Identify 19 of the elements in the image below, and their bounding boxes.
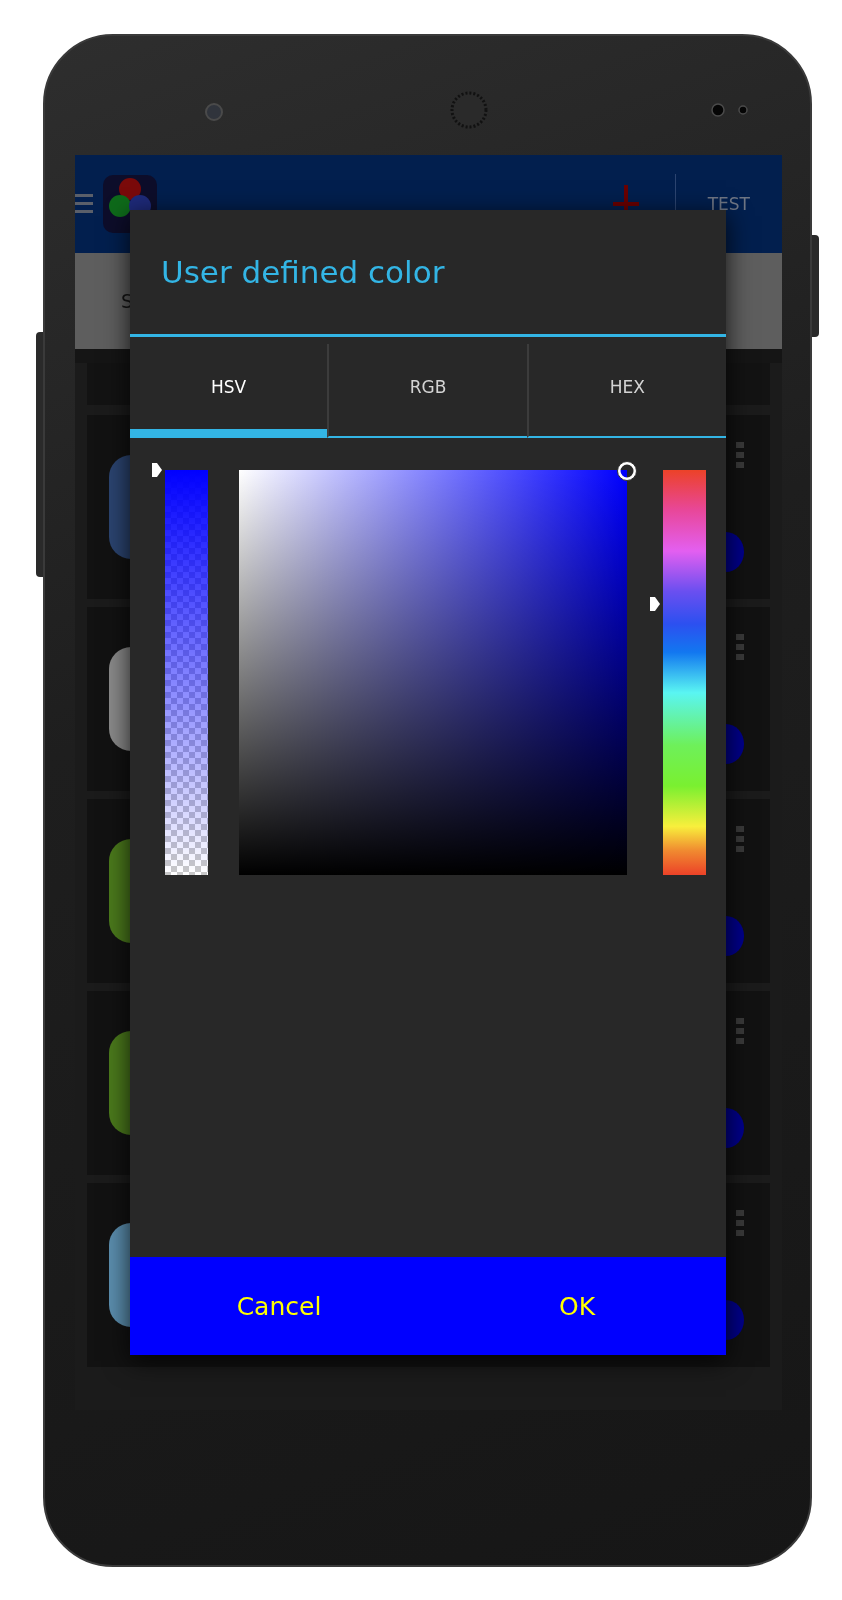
mode-tab[interactable]: RGB [327, 344, 527, 438]
mode-tab[interactable]: HSV [130, 344, 328, 438]
sensor [738, 105, 748, 115]
drag-handle-icon[interactable] [736, 1210, 744, 1236]
mode-tab[interactable]: HEX [526, 344, 726, 438]
saturation-value-square[interactable] [239, 470, 627, 875]
sensor [711, 103, 725, 117]
drag-handle-icon[interactable] [736, 442, 744, 468]
picker-marker[interactable] [616, 460, 638, 482]
drag-handle-icon[interactable] [736, 1018, 744, 1044]
speaker-grille [450, 91, 488, 129]
dialog-title: User defined color [130, 210, 726, 337]
drag-handle-icon[interactable] [736, 826, 744, 852]
slider-thumb[interactable] [649, 595, 661, 612]
drag-handle-icon[interactable] [736, 634, 744, 660]
dialog-button[interactable]: Cancel [130, 1257, 428, 1355]
dialog-button[interactable]: OK [428, 1257, 726, 1355]
front-camera [205, 103, 223, 121]
slider-thumb[interactable] [151, 462, 163, 478]
